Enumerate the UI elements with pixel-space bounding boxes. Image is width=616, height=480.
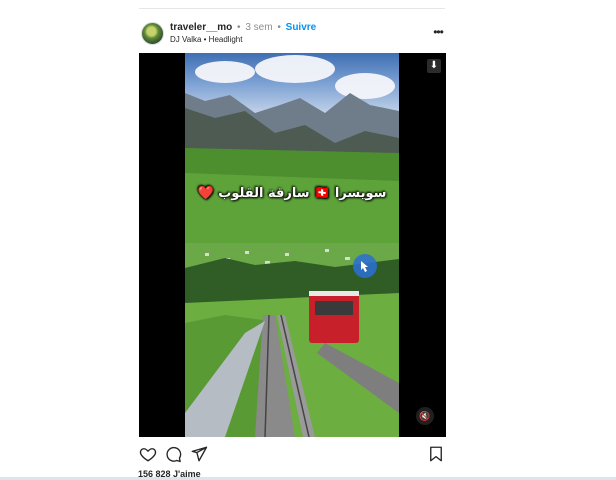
post-header: traveler__mo • 3 sem • Suivre DJ Valka •…: [139, 20, 445, 50]
separator-dot: •: [237, 22, 241, 33]
post-video[interactable]: سويسرا 🇨🇭 سارقة القلوب ❤️ ⬇ 🔇: [139, 53, 446, 437]
username[interactable]: traveler__mo: [170, 22, 232, 33]
video-caption-overlay: سويسرا 🇨🇭 سارقة القلوب ❤️: [197, 186, 387, 201]
heart-icon[interactable]: [139, 445, 157, 463]
video-frame: سويسرا 🇨🇭 سارقة القلوب ❤️: [185, 53, 399, 437]
landscape-illustration: [185, 93, 399, 437]
audio-link[interactable]: DJ Valka • Headlight: [170, 35, 242, 45]
top-divider: [139, 8, 445, 9]
follow-button[interactable]: Suivre: [286, 22, 317, 33]
comment-icon[interactable]: [164, 445, 182, 463]
speaker-muted-icon[interactable]: 🔇: [416, 407, 434, 425]
bookmark-icon[interactable]: [427, 445, 445, 463]
post-actions: [139, 445, 445, 463]
post-time[interactable]: 3 sem: [245, 22, 272, 33]
separator-dot: •: [277, 22, 281, 33]
avatar[interactable]: [141, 22, 164, 45]
download-icon[interactable]: ⬇: [427, 59, 441, 73]
user-line: traveler__mo • 3 sem • Suivre: [170, 22, 316, 34]
more-options-icon[interactable]: •••: [431, 26, 445, 38]
send-icon[interactable]: [190, 445, 208, 463]
